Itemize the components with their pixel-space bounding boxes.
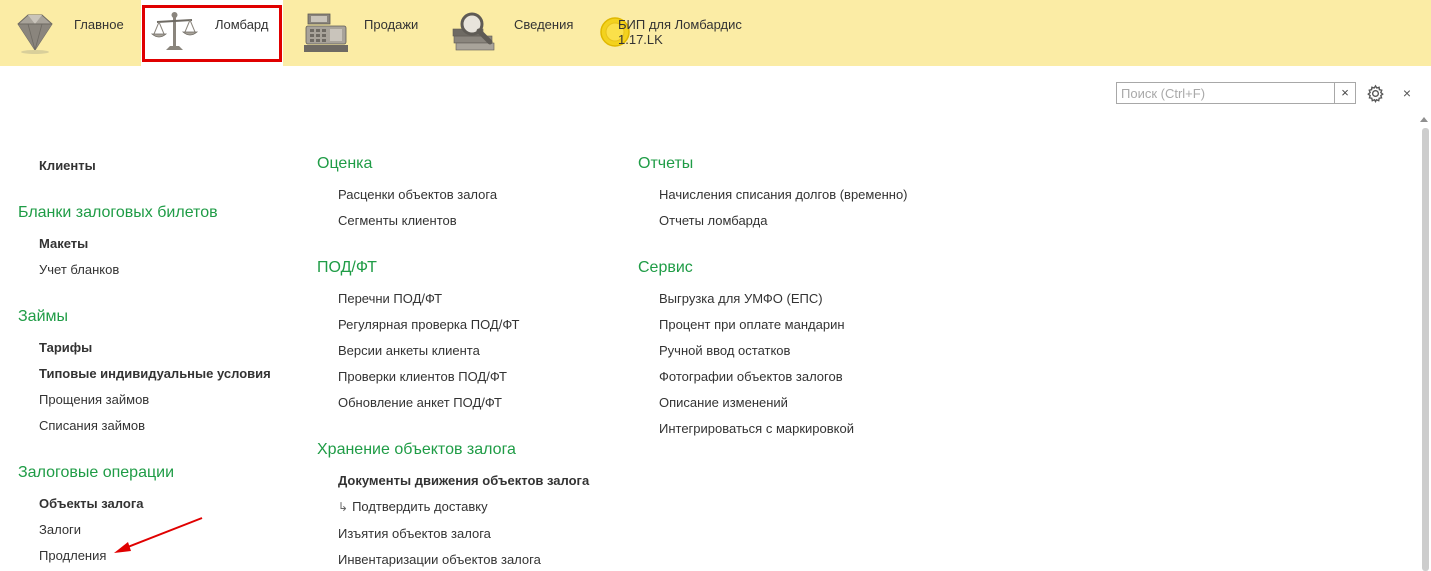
group-title-zalog-ops: Залоговые операции — [18, 464, 174, 481]
menu-item-obnovlenie-anket[interactable]: Обновление анкет ПОД/ФТ — [338, 395, 502, 410]
group-title-servis: Сервис — [638, 259, 693, 276]
close-button[interactable]: × — [1401, 84, 1413, 102]
section-svedeniya[interactable]: Сведения — [440, 0, 582, 66]
group-title-blanki: Бланки залоговых билетов — [18, 204, 218, 221]
group-title-otchety: Отчеты — [638, 155, 694, 172]
section-label: Ломбард — [215, 17, 269, 32]
menu-item-spisaniya[interactable]: Списания займов — [39, 418, 145, 433]
menu-item-makety[interactable]: Макеты — [39, 236, 88, 251]
menu-item-procent-mandarin[interactable]: Процент при оплате мандарин — [659, 317, 845, 332]
menu-item-opisanie-izmeneniy[interactable]: Описание изменений — [659, 395, 788, 410]
section-prodazhi[interactable]: Продажи — [290, 0, 432, 66]
menu-item-obekty-zaloga[interactable]: Объекты залога — [39, 496, 143, 511]
menu-item-versii-ankety[interactable]: Версии анкеты клиента — [338, 343, 480, 358]
cash-register-icon — [304, 13, 348, 52]
menu-item-nachisleniya[interactable]: Начисления списания долгов (временно) — [659, 187, 908, 202]
scales-icon — [150, 12, 199, 50]
menu-item-tarify[interactable]: Тарифы — [39, 340, 92, 355]
menu-item-izyatiya[interactable]: Изъятия объектов залога — [338, 526, 491, 541]
books-magnifier-icon — [452, 12, 495, 51]
section-label: Продажи — [364, 17, 419, 32]
clear-search-button[interactable]: × — [1334, 83, 1355, 103]
menu-item-klienty[interactable]: Клиенты — [39, 158, 96, 173]
menu-item-regular-check[interactable]: Регулярная проверка ПОД/ФТ — [338, 317, 519, 332]
group-title-hranenie: Хранение объектов залога — [317, 441, 516, 458]
menu-item-otchety-lombarda[interactable]: Отчеты ломбарда — [659, 213, 767, 228]
sections-panel: Главное Ломбард Продажи Сведения БИП для… — [0, 0, 1431, 66]
section-glavnoe[interactable]: Главное — [0, 0, 138, 66]
group-title-ocenka: Оценка — [317, 155, 373, 172]
menu-item-uchet-blankov[interactable]: Учет бланков — [39, 262, 119, 277]
scroll-up-arrow-icon[interactable] — [1420, 117, 1428, 122]
section-label: Главное — [74, 17, 124, 32]
section-lombard[interactable]: Ломбард — [141, 0, 283, 66]
diamond-icon — [17, 14, 53, 54]
section-label: БИП для Ломбардис 1.17.LK — [618, 17, 742, 47]
menu-item-proshcheniya[interactable]: Прощения займов — [39, 392, 149, 407]
group-title-zaimy: Займы — [18, 308, 68, 325]
search-box: × — [1116, 82, 1356, 104]
menu-item-segmenty[interactable]: Сегменты клиентов — [338, 213, 457, 228]
menu-item-perechni[interactable]: Перечни ПОД/ФТ — [338, 291, 442, 306]
menu-item-markirovka[interactable]: Интегрироваться с маркировкой — [659, 421, 854, 436]
menu-item-ruchnoy-vvod[interactable]: Ручной ввод остатков — [659, 343, 790, 358]
menu-item-podtverdit-dostavku[interactable]: ↳ Подтвердить доставку — [338, 499, 488, 515]
scrollbar-thumb[interactable] — [1422, 128, 1429, 571]
menu-item-inventarizacii[interactable]: Инвентаризации объектов залога — [338, 552, 541, 567]
gear-icon[interactable] — [1366, 84, 1385, 103]
menu-item-tipovye-usloviya[interactable]: Типовые индивидуальные условия — [39, 366, 271, 381]
menu-item-rascenki[interactable]: Расценки объектов залога — [338, 187, 497, 202]
sub-item-arrow-icon: ↳ — [338, 500, 349, 514]
group-title-podft: ПОД/ФТ — [317, 259, 377, 276]
menu-item-fotografii[interactable]: Фотографии объектов залогов — [659, 369, 843, 384]
menu-item-dokumenty-dvizheniya[interactable]: Документы движения объектов залога — [338, 473, 589, 488]
search-input[interactable] — [1117, 83, 1343, 103]
section-bip[interactable]: БИП для Ломбардис 1.17.LK — [590, 0, 790, 66]
annotation-arrow-icon — [114, 517, 203, 553]
section-label: Сведения — [514, 17, 574, 32]
menu-item-vygruzka-umfo[interactable]: Выгрузка для УМФО (ЕПС) — [659, 291, 823, 306]
menu-item-prodleniya[interactable]: Продления — [39, 548, 106, 563]
menu-item-proverki[interactable]: Проверки клиентов ПОД/ФТ — [338, 369, 507, 384]
menu-item-zalogi[interactable]: Залоги — [39, 522, 81, 537]
